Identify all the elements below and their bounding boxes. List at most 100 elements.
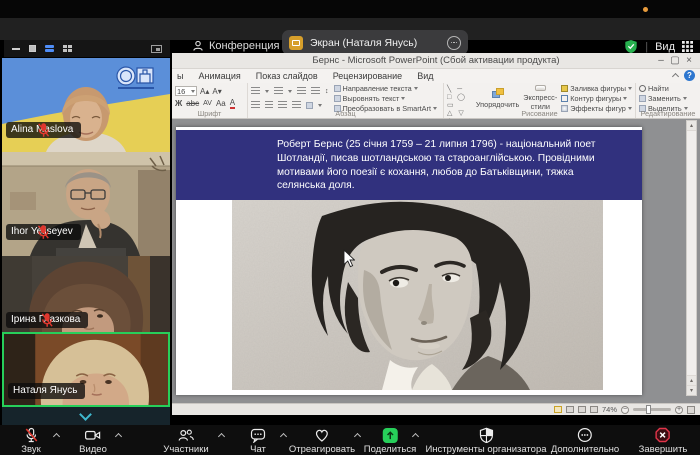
participant-tile-alina[interactable]: Alina Maslova <box>2 58 170 152</box>
share-options-button[interactable] <box>447 36 461 50</box>
previous-slide-icon[interactable]: ▴ <box>687 375 696 385</box>
font-color-icon[interactable]: A <box>230 98 235 109</box>
conference-label: Конференция <box>209 40 279 52</box>
gallery-view-icon[interactable] <box>45 45 54 52</box>
end-meeting-button[interactable]: Завершить <box>639 427 688 455</box>
name-tag: Наталя Янусь <box>8 383 85 399</box>
security-shield-icon[interactable] <box>624 39 638 54</box>
tab-partial[interactable]: ы <box>177 71 183 81</box>
chat-button[interactable]: Чат <box>250 427 266 455</box>
conference-info-button[interactable]: Конференция <box>192 40 279 52</box>
camera-icon <box>84 427 101 443</box>
align-right-icon[interactable] <box>278 101 287 109</box>
change-case-icon[interactable]: Aa <box>216 99 226 108</box>
quick-styles-icon <box>535 85 546 91</box>
tab-review[interactable]: Рецензирование <box>333 71 403 81</box>
video-options-caret[interactable] <box>115 433 122 440</box>
slide-sorter-view-icon[interactable] <box>566 406 574 413</box>
meeting-title-bar: .. Конференция Экран (Наталя Янусь) | Ви… <box>0 18 700 40</box>
ppt-maximize-button[interactable]: ▢ <box>668 53 682 69</box>
zoom-slider[interactable] <box>633 408 671 411</box>
zoom-in-icon[interactable]: + <box>675 406 683 414</box>
participants-button[interactable]: Участники <box>163 427 208 455</box>
scroll-up-icon[interactable]: ▴ <box>687 121 696 131</box>
numbering-icon[interactable] <box>274 87 283 95</box>
increase-indent-icon[interactable] <box>311 87 320 95</box>
ribbon-group-paragraph: ↕ Направление текста Выровнять текст Пре… <box>248 83 444 118</box>
tab-animation[interactable]: Анимация <box>198 71 240 81</box>
participant-tile-natalia-active-speaker[interactable]: Наталя Янусь <box>2 332 170 407</box>
screen-share-icon <box>289 36 303 50</box>
shape-fill-button[interactable]: Заливка фигуры <box>561 84 632 93</box>
shape-outline-button[interactable]: Контур фигуры <box>561 94 632 103</box>
slide-scrollbar[interactable]: ▴ ▴ ▾ <box>686 120 697 396</box>
grow-font-icon[interactable]: A▴ <box>200 87 209 96</box>
view-grid-icon[interactable] <box>682 41 693 52</box>
participants-options-caret[interactable] <box>218 433 225 440</box>
heart-icon <box>314 427 330 443</box>
host-tools-label: Инструменты организатора <box>425 444 546 455</box>
tab-slideshow[interactable]: Показ слайдов <box>256 71 318 81</box>
meeting-toolbar: Звук Видео Участники 39 <box>0 425 700 455</box>
speaker-view-icon[interactable] <box>29 45 36 52</box>
align-text-button[interactable]: Выровнять текст <box>334 94 438 103</box>
minimize-panel-icon[interactable] <box>12 48 20 50</box>
audio-label: Звук <box>21 444 40 455</box>
bold-icon[interactable]: Ж <box>175 99 182 108</box>
text-direction-button[interactable]: Направление текста <box>334 84 438 93</box>
shapes-gallery[interactable]: ╲ ─ □ ◯ ▭△ ▽ ◇ → ☆( ) { } * <box>447 85 472 109</box>
share-button[interactable]: Поделиться <box>364 427 416 455</box>
ppt-close-button[interactable]: × <box>682 53 696 69</box>
line-spacing-icon[interactable]: ↕ <box>325 88 329 95</box>
justify-icon[interactable] <box>292 101 301 109</box>
popout-panel-icon[interactable] <box>151 45 162 53</box>
quick-styles-button[interactable]: Экспресс-стили <box>523 85 557 111</box>
robert-burns-portrait-image <box>232 200 603 390</box>
shape-outline-icon <box>561 95 568 102</box>
fit-to-window-icon[interactable] <box>687 406 695 414</box>
align-left-icon[interactable] <box>251 101 260 109</box>
grid-view-icon[interactable] <box>63 45 72 52</box>
reading-view-icon[interactable] <box>578 406 586 413</box>
char-spacing-icon[interactable]: AV <box>203 100 212 107</box>
columns-icon[interactable] <box>306 102 313 109</box>
audio-button[interactable]: Звук <box>21 427 40 455</box>
find-button[interactable]: Найти <box>639 84 697 93</box>
end-label: Завершить <box>639 444 688 455</box>
slideshow-view-icon[interactable] <box>590 406 598 413</box>
zoom-slider-thumb[interactable] <box>646 405 651 414</box>
slide-canvas[interactable]: Роберт Бернс (25 січня 1759 – 21 липня 1… <box>176 127 642 395</box>
video-button[interactable]: Видео <box>79 427 107 455</box>
name-tag: Ihor Yeliseyev <box>6 224 81 240</box>
paragraph-group-label: Абзац <box>248 109 443 118</box>
zoom-out-icon[interactable]: − <box>621 406 629 414</box>
screen-share-pill[interactable]: Экран (Наталя Янусь) <box>282 30 468 55</box>
react-button[interactable]: Отреагировать <box>289 427 355 455</box>
shrink-font-icon[interactable]: A▾ <box>212 87 221 96</box>
help-icon[interactable]: ? <box>684 70 695 81</box>
audio-options-caret[interactable] <box>53 433 60 440</box>
decrease-indent-icon[interactable] <box>297 87 306 95</box>
host-tools-button[interactable]: Инструменты организатора <box>425 427 546 455</box>
participant-tile-iryna[interactable]: Ірина Глазкова <box>2 256 170 332</box>
chat-options-caret[interactable] <box>280 433 287 440</box>
arrange-button[interactable]: Упорядочить <box>476 85 519 111</box>
align-center-icon[interactable] <box>265 101 273 109</box>
participant-tile-ihor[interactable]: Ihor Yeliseyev <box>2 152 170 256</box>
chevron-down-icon <box>79 408 92 421</box>
more-ellipsis-icon <box>577 427 593 443</box>
chat-label: Чат <box>250 444 266 455</box>
person-icon <box>192 40 204 52</box>
strikethrough-icon[interactable]: abc <box>186 99 199 108</box>
next-slide-icon[interactable]: ▾ <box>687 385 696 395</box>
participant-name: Наталя Янусь <box>13 385 77 396</box>
more-button[interactable]: Дополнительно <box>551 427 619 455</box>
bullets-icon[interactable] <box>251 87 260 95</box>
video-label: Видео <box>79 444 107 455</box>
replace-button[interactable]: Заменить <box>639 94 697 103</box>
ppt-minimize-button[interactable]: – <box>654 53 668 69</box>
collapse-panel-bar[interactable] <box>2 407 170 425</box>
font-size-select[interactable]: 16 <box>175 86 197 96</box>
tab-view[interactable]: Вид <box>417 71 433 81</box>
normal-view-icon[interactable] <box>554 406 562 413</box>
